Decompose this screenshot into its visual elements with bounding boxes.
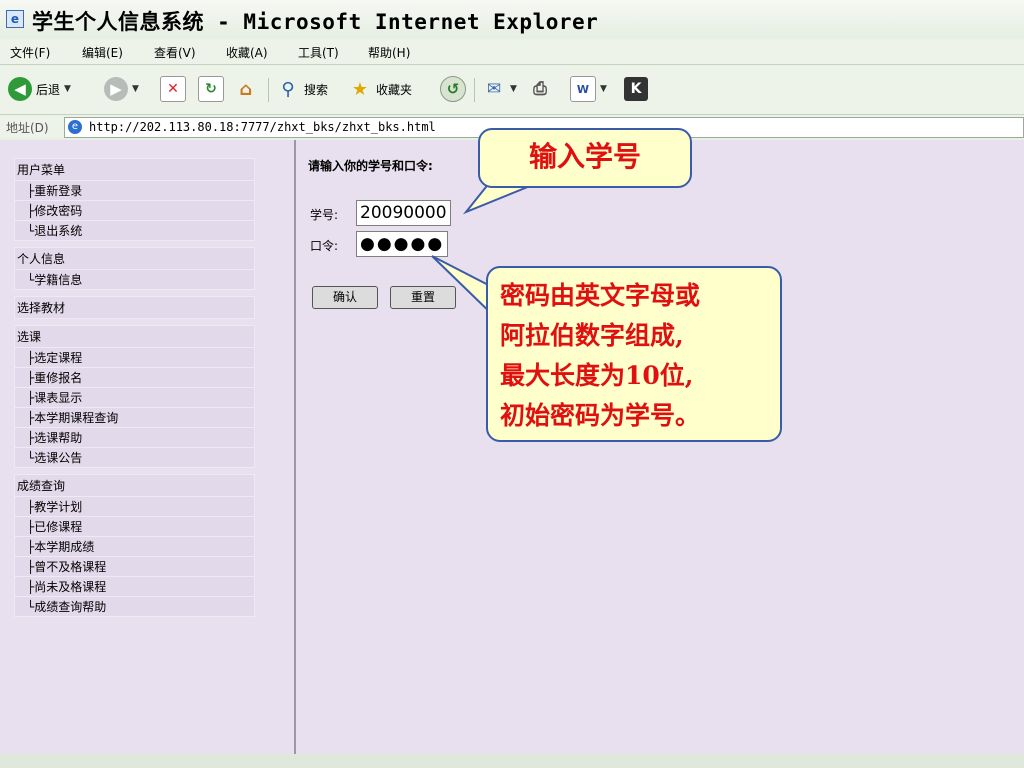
password-rule-line: 初始密码为学号。 [500,401,701,430]
sidebar-menu: 用户菜单 ├重新登录 ├修改密码 └退出系统 个人信息 └学籍信息 选择教材 选… [14,158,255,617]
sidebar-section-head: 用户菜单 [17,163,66,177]
chevron-down-icon: ▼ [132,84,139,94]
refresh-button[interactable]: ↻ [198,74,224,104]
back-label: 后退 [36,82,61,97]
page-icon: e [68,120,82,134]
sidebar-section-personal: 个人信息 └学籍信息 [14,247,255,290]
title-bar: e 学生个人信息系统 - Microsoft Internet Explorer [0,0,1024,38]
student-id-input[interactable]: 20090000 [356,200,451,226]
mail-icon: ✉ [486,79,502,99]
password-rule-callout: 密码由英文字母或 阿拉伯数字组成, 最大长度为10位, 初始密码为学号。 [486,266,782,442]
history-button[interactable]: ↺ [440,74,466,104]
password-rule-line: 阿拉伯数字组成, [500,321,684,350]
sidebar-item-completed-courses[interactable]: ├已修课程 [15,516,254,536]
sidebar-item-grades-help[interactable]: └成绩查询帮助 [15,596,254,616]
stop-button[interactable]: ✕ [160,74,186,104]
sidebar-section-textbooks: 选择教材 [14,296,255,319]
sidebar-item-select-courses[interactable]: ├选定课程 [15,347,254,367]
login-pane: 请输入你的学号和口令: 学号: 20090000 口令: ●●●●● 确认 重置 [296,140,1024,754]
menu-edit[interactable]: 编辑(E) [82,44,123,61]
student-id-label: 学号: [310,208,339,222]
address-label: 地址(D) [6,121,49,135]
chevron-down-icon: ▼ [64,84,71,94]
sidebar-section-head: 个人信息 [17,252,66,266]
menu-favorites[interactable]: 收藏(A) [226,44,268,61]
search-button[interactable]: ⚲ 搜索 [276,74,328,104]
forward-arrow-icon: ▶ [104,77,128,101]
ie-app-icon: e [6,10,24,28]
menu-bar: 文件(F) 编辑(E) 查看(V) 收藏(A) 工具(T) 帮助(H) [0,40,1024,65]
menu-help[interactable]: 帮助(H) [368,44,410,61]
confirm-button[interactable]: 确认 [312,286,378,309]
sidebar-section-head: 选课 [17,330,42,344]
home-button[interactable]: ⌂ [234,74,258,104]
password-rule-line: 最大长度为10位, [500,361,694,390]
password-input[interactable]: ●●●●● [356,231,449,257]
toolbar-divider [474,78,475,102]
sidebar-section-user: 用户菜单 ├重新登录 ├修改密码 └退出系统 [14,158,255,241]
messenger-button[interactable]: K [624,74,648,104]
menu-file[interactable]: 文件(F) [10,44,50,61]
forward-button[interactable]: ▶ ▼ [104,74,139,104]
stop-icon: ✕ [160,76,186,102]
sidebar-item-timetable[interactable]: ├课表显示 [15,387,254,407]
sidebar-item-term-courses[interactable]: ├本学期课程查询 [15,407,254,427]
word-button[interactable]: W ▼ [570,74,607,104]
back-button[interactable]: ◀ 后退 ▼ [8,74,71,104]
bottom-strip [0,754,1024,768]
sidebar-item-change-password[interactable]: ├修改密码 [15,200,254,220]
sidebar-item-teaching-plan[interactable]: ├教学计划 [15,496,254,516]
print-button[interactable]: ⎙ [528,74,552,104]
toolbar: ◀ 后退 ▼ ▶ ▼ ✕ ↻ ⌂ ⚲ 搜索 ★ 收藏夹 ↺ ✉ ▼ ⎙ W ▼ … [0,66,1024,115]
sidebar-item-failed-before[interactable]: ├曾不及格课程 [15,556,254,576]
sidebar-item-course-help[interactable]: ├选课帮助 [15,427,254,447]
sidebar-item-select-textbooks[interactable]: 选择教材 [15,297,254,318]
password-label: 口令: [310,239,339,253]
sidebar-item-retake-signup[interactable]: ├重修报名 [15,367,254,387]
sidebar-item-term-grades[interactable]: ├本学期成绩 [15,536,254,556]
back-arrow-icon: ◀ [8,77,32,101]
home-icon: ⌂ [239,78,253,100]
sidebar-item-relogin[interactable]: ├重新登录 [15,180,254,200]
login-prompt: 请输入你的学号和口令: [308,159,433,173]
search-icon: ⚲ [281,78,295,100]
password-rule-line: 密码由英文字母或 [500,281,701,310]
sidebar-item-not-yet-passed[interactable]: ├尚未及格课程 [15,576,254,596]
window-title: 学生个人信息系统 - Microsoft Internet Explorer [32,10,599,34]
menu-view[interactable]: 查看(V) [154,44,196,61]
chevron-down-icon: ▼ [600,84,607,94]
student-id-callout: 输入学号 [478,128,692,188]
menu-tools[interactable]: 工具(T) [298,44,339,61]
mail-button[interactable]: ✉ ▼ [482,74,517,104]
chevron-down-icon: ▼ [510,84,517,94]
sidebar-item-course-notice[interactable]: └选课公告 [15,447,254,467]
address-url: http://202.113.80.18:7777/zhxt_bks/zhxt_… [89,120,436,134]
sidebar-section-grades: 成绩查询 ├教学计划 ├已修课程 ├本学期成绩 ├曾不及格课程 ├尚未及格课程 … [14,474,255,617]
sidebar-section-courses: 选课 ├选定课程 ├重修报名 ├课表显示 ├本学期课程查询 ├选课帮助 └选课公… [14,325,255,468]
history-icon: ↺ [440,76,466,102]
k-icon: K [624,77,648,101]
sidebar-item-status-info[interactable]: └学籍信息 [15,269,254,289]
sidebar-item-logout[interactable]: └退出系统 [15,220,254,240]
favorites-button[interactable]: ★ 收藏夹 [348,74,412,104]
search-label: 搜索 [304,82,329,97]
word-icon: W [570,76,596,102]
sidebar-section-head: 成绩查询 [17,479,66,493]
left-nav-pane: 用户菜单 ├重新登录 ├修改密码 └退出系统 个人信息 └学籍信息 选择教材 选… [0,140,296,754]
reset-button[interactable]: 重置 [390,286,456,309]
refresh-icon: ↻ [198,76,224,102]
printer-icon: ⎙ [533,79,547,99]
toolbar-divider [268,78,269,102]
star-icon: ★ [351,78,369,100]
favorites-label: 收藏夹 [376,82,413,97]
